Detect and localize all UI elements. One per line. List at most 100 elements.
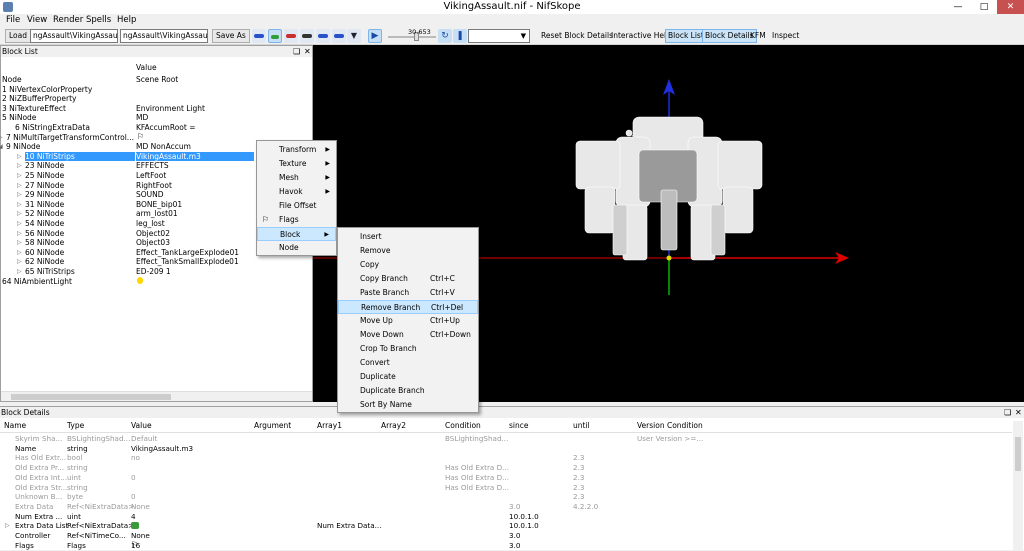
block-submenu-item[interactable]: Remove Branch Ctrl+Del: [338, 300, 478, 314]
block-details-toggle[interactable]: Block Details: [702, 29, 757, 43]
expand-arrow-icon[interactable]: ▷: [5, 522, 10, 529]
expand-arrow-icon[interactable]: ▷: [17, 230, 22, 237]
tree-item-name[interactable]: 54 NiNode: [25, 219, 64, 229]
view-blue-icon[interactable]: [252, 29, 266, 43]
load-button[interactable]: Load: [5, 29, 31, 43]
header-version-condition[interactable]: Version Condition: [637, 421, 703, 430]
header-array1[interactable]: Array1: [317, 421, 342, 430]
close-icon[interactable]: ✕: [1015, 407, 1022, 418]
block-submenu-item[interactable]: Move Down Ctrl+Down: [338, 328, 478, 342]
kfm-button[interactable]: KFM: [750, 31, 766, 40]
context-menu-item[interactable]: Flags ⚐: [257, 213, 336, 227]
tree-item-value[interactable]: ED-209 1: [136, 267, 171, 277]
expand-arrow-icon[interactable]: ▷: [17, 201, 22, 208]
tree-item-name[interactable]: 56 NiNode: [25, 229, 64, 239]
expand-arrow-icon[interactable]: ▷: [17, 268, 22, 275]
block-list-hscroll[interactable]: [1, 391, 312, 401]
block-submenu-item[interactable]: Sort By Name: [338, 398, 478, 412]
detail-value[interactable]: VikingAssault.m3: [131, 444, 193, 454]
view-options-icon[interactable]: ▼: [347, 29, 361, 43]
expand-arrow-icon[interactable]: ▷: [17, 258, 22, 265]
block-submenu-item[interactable]: Remove: [338, 244, 478, 258]
context-menu-item[interactable]: Block ▶: [257, 227, 336, 241]
block-submenu-item[interactable]: Duplicate Branch: [338, 384, 478, 398]
save-path-field[interactable]: ngAssault\VikingAssault.nif: [120, 29, 208, 43]
view-green-icon[interactable]: [268, 29, 282, 43]
tree-item-value[interactable]: KFAccumRoot =: [136, 123, 196, 133]
tree-item-name[interactable]: 62 NiNode: [25, 257, 64, 267]
tree-item-name[interactable]: 60 NiNode: [25, 248, 64, 258]
tree-item-value[interactable]: Object03: [136, 238, 170, 248]
block-submenu-item[interactable]: Move Up Ctrl+Up: [338, 314, 478, 328]
expand-arrow-icon[interactable]: ▷: [17, 162, 22, 169]
tree-item-name[interactable]: 52 NiNode: [25, 209, 64, 219]
expand-arrow-icon[interactable]: ▷: [17, 220, 22, 227]
vscroll-thumb[interactable]: [1015, 437, 1021, 471]
tree-item-name[interactable]: 1 NiVertexColorProperty: [2, 85, 92, 95]
tree-item-value[interactable]: Effect_TankSmallExplode01: [136, 257, 239, 267]
tree-item-name[interactable]: Node: [2, 75, 22, 85]
tree-item-name[interactable]: 29 NiNode: [25, 190, 64, 200]
context-menu-item[interactable]: Havok ▶: [257, 185, 336, 199]
menu-help[interactable]: Help: [117, 15, 136, 25]
tree-item-value[interactable]: Scene Root: [136, 75, 178, 85]
header-until[interactable]: until: [573, 421, 590, 430]
reset-block-details-button[interactable]: Reset Block Details: [541, 31, 613, 40]
expand-arrow-icon[interactable]: ▷: [17, 239, 22, 246]
header-value[interactable]: Value: [131, 421, 152, 430]
tree-item-value[interactable]: Object02: [136, 229, 170, 239]
animation-select[interactable]: ▼: [468, 29, 530, 43]
minimize-button[interactable]: —: [945, 0, 971, 14]
tree-item-value[interactable]: RightFoot: [136, 181, 172, 191]
expand-arrow-icon[interactable]: ▷: [17, 153, 22, 160]
animation-slider[interactable]: [388, 36, 436, 38]
inspect-button[interactable]: Inspect: [772, 31, 799, 40]
details-vscroll[interactable]: [1013, 421, 1023, 551]
tree-item-value[interactable]: MD: [136, 113, 148, 123]
context-menu-item[interactable]: File Offset: [257, 199, 336, 213]
menu-view[interactable]: View: [27, 15, 47, 25]
menu-file[interactable]: File: [6, 15, 20, 25]
menu-render[interactable]: Render: [53, 15, 83, 25]
tree-item-value[interactable]: BONE_bip01: [136, 200, 182, 210]
header-array2[interactable]: Array2: [381, 421, 406, 430]
header-type[interactable]: Type: [67, 421, 84, 430]
detail-value[interactable]: 4: [131, 512, 136, 522]
menu-spells[interactable]: Spells: [86, 15, 111, 25]
block-submenu-item[interactable]: Convert: [338, 356, 478, 370]
expand-arrow-icon[interactable]: ▷: [0, 134, 3, 141]
tree-item-name[interactable]: 7 NiMultiTargetTransformControl...: [6, 133, 134, 143]
context-menu-item[interactable]: Node: [257, 241, 336, 255]
block-list-toggle[interactable]: Block List: [665, 29, 707, 43]
save-as-button[interactable]: Save As: [212, 29, 250, 43]
header-condition[interactable]: Condition: [445, 421, 481, 430]
expand-arrow-icon[interactable]: ▷: [17, 182, 22, 189]
view-perspective-icon[interactable]: [332, 29, 346, 43]
expand-arrow-icon[interactable]: ▷: [17, 172, 22, 179]
block-submenu-item[interactable]: Crop To Branch: [338, 342, 478, 356]
header-argument[interactable]: Argument: [254, 421, 291, 430]
maximize-button[interactable]: □: [971, 0, 997, 14]
tree-item-name[interactable]: 10 NiTriStrips: [25, 151, 135, 162]
view-user-icon[interactable]: [300, 29, 314, 43]
tree-item-value[interactable]: EFFECTS: [136, 161, 169, 171]
tree-item-name[interactable]: 6 NiStringExtraData: [15, 123, 90, 133]
detail-value[interactable]: 0: [131, 492, 136, 502]
detail-value[interactable]: None: [131, 502, 150, 512]
tree-item-name[interactable]: 31 NiNode: [25, 200, 64, 210]
context-menu-item[interactable]: Texture ▶: [257, 157, 336, 171]
view-red-icon[interactable]: [284, 29, 298, 43]
tree-item-value[interactable]: Effect_TankLargeExplode01: [136, 248, 239, 258]
expand-arrow-icon[interactable]: ▷: [17, 191, 22, 198]
tree-item-value[interactable]: LeftFoot: [136, 171, 166, 181]
detail-value[interactable]: 0: [131, 473, 136, 483]
detail-value[interactable]: Default: [131, 434, 157, 444]
tree-item-value[interactable]: VikingAssault.m3: [136, 151, 254, 162]
tree-item-name[interactable]: 25 NiNode: [25, 171, 64, 181]
float-icon[interactable]: ❏: [1004, 407, 1011, 418]
tree-item-name[interactable]: 23 NiNode: [25, 161, 64, 171]
tree-item-name[interactable]: 5 NiNode: [2, 113, 36, 123]
expand-arrow-icon[interactable]: ▷: [17, 249, 22, 256]
expand-arrow-icon[interactable]: ◢: [0, 143, 3, 150]
loop-icon[interactable]: ↻: [438, 29, 452, 43]
